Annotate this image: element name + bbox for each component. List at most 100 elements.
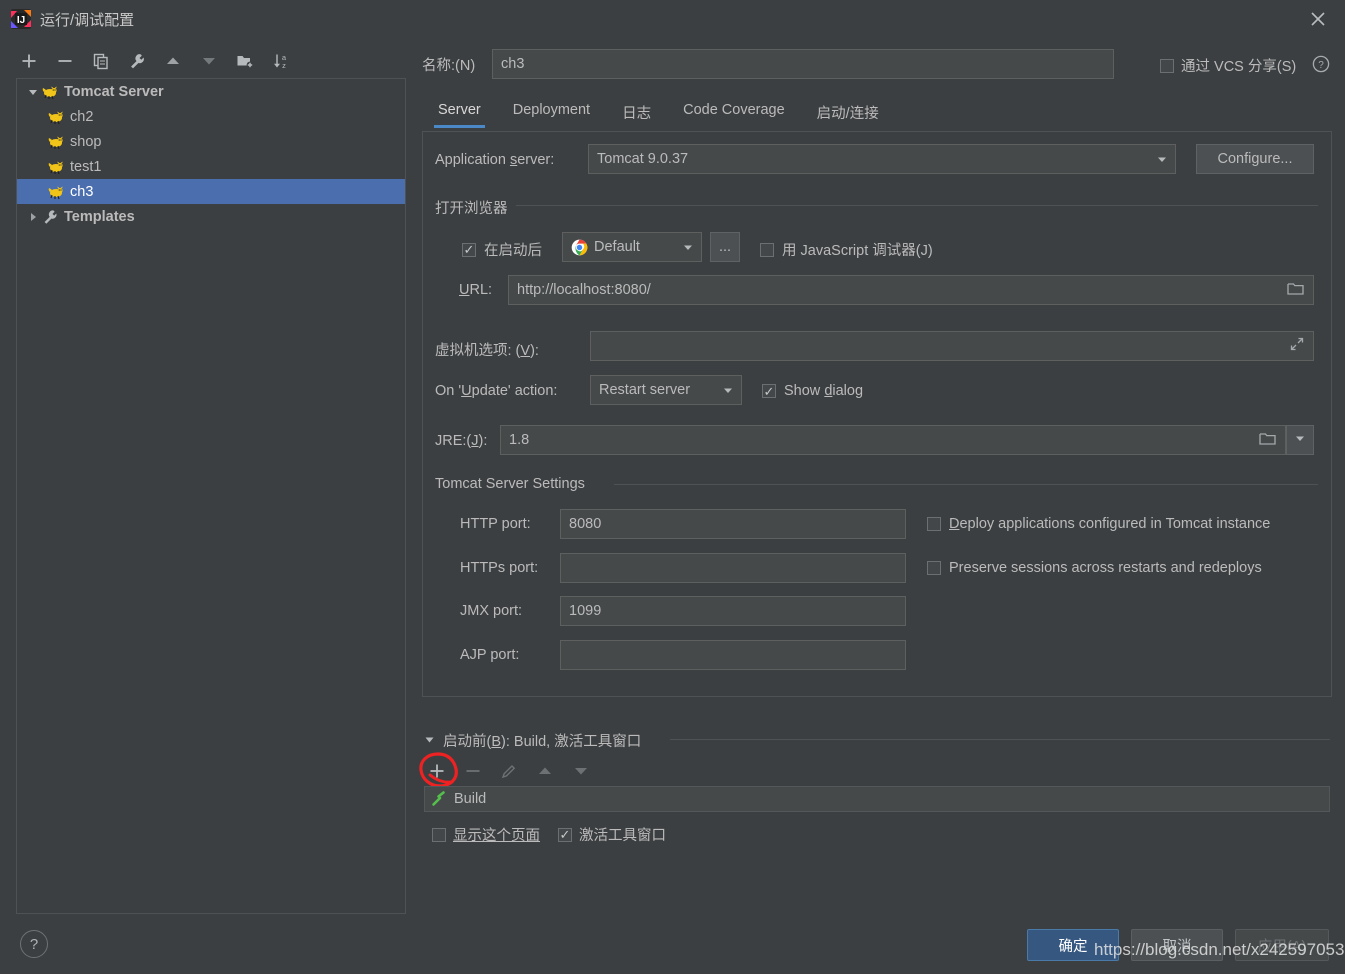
javascript-debugger-checkbox[interactable]: 用 JavaScript 调试器(J) (760, 239, 933, 260)
triangle-down-icon[interactable] (25, 87, 41, 97)
triangle-right-icon[interactable] (25, 212, 41, 222)
tab-server[interactable]: Server (422, 98, 497, 128)
tree-item-label: ch2 (70, 108, 94, 125)
jmx-port-input[interactable]: 1099 (560, 596, 906, 626)
jre-input[interactable]: 1.8 (500, 425, 1286, 455)
share-vcs-label: 通过 VCS 分享(S) (1181, 59, 1297, 75)
tree-item-shop[interactable]: shop (17, 129, 405, 154)
tree-item-ch2[interactable]: ch2 (17, 104, 405, 129)
ajp-port-input[interactable] (560, 640, 906, 670)
share-vcs-checkbox[interactable]: 通过 VCS 分享(S) (1160, 55, 1296, 76)
ellipsis-label: ... (718, 239, 732, 255)
checkbox-box (760, 242, 774, 257)
vm-options-input[interactable] (590, 331, 1314, 361)
on-update-action-label: On 'Update' action: (435, 383, 558, 399)
configurations-toolbar: a z (16, 46, 396, 76)
wrench-icon[interactable] (124, 48, 150, 74)
name-input[interactable] (492, 49, 1114, 79)
tab-bar: Server Deployment 日志 Code Coverage 启动/连接 (422, 98, 1332, 132)
build-hammer-icon (431, 791, 447, 807)
tomcat-icon (47, 184, 65, 200)
open-browser-group-title: 打开浏览器 (435, 197, 516, 218)
plus-icon[interactable] (16, 48, 42, 74)
before-launch-toolbar (424, 758, 594, 784)
configure-button[interactable]: Configure... (1196, 144, 1314, 174)
checkbox-box (558, 827, 572, 842)
jre-dropdown-button[interactable] (1286, 425, 1314, 455)
url-label: URL: (459, 282, 493, 298)
help-button[interactable]: ? (20, 930, 48, 958)
https-port-input[interactable] (560, 553, 906, 583)
browser-value: Default (594, 239, 640, 255)
chevron-down-icon (679, 241, 697, 253)
tab-logs[interactable]: 日志 (606, 98, 667, 133)
http-port-input[interactable]: 8080 (560, 509, 906, 539)
svg-text:z: z (282, 61, 286, 70)
apply-button: 应用(A) (1235, 929, 1329, 961)
tree-item-label: ch3 (70, 183, 94, 200)
group-divider (512, 205, 1318, 206)
application-server-value: Tomcat 9.0.37 (597, 151, 689, 167)
ok-button[interactable]: 确定 (1027, 929, 1119, 961)
close-icon[interactable] (1305, 6, 1331, 32)
folder-icon[interactable] (1287, 281, 1305, 300)
minus-icon[interactable] (52, 48, 78, 74)
url-value: http://localhost:8080/ (517, 282, 651, 298)
url-input[interactable]: http://localhost:8080/ (508, 275, 1314, 305)
on-update-action-value: Restart server (599, 382, 691, 398)
add-task-button[interactable] (424, 758, 450, 784)
https-port-label: HTTPs port: (460, 560, 539, 576)
expand-icon[interactable] (1289, 336, 1305, 356)
tree-item-label: test1 (70, 158, 102, 175)
jmx-port-value: 1099 (569, 603, 602, 619)
tab-deployment[interactable]: Deployment (497, 98, 606, 128)
sort-az-icon[interactable]: a z (268, 48, 294, 74)
deploy-applications-checkbox[interactable]: Deploy applications configured in Tomcat… (927, 516, 1270, 532)
show-dialog-label: Show dialog (784, 383, 864, 399)
show-page-label: 显示这个页面 (453, 828, 540, 844)
move-task-up-button (532, 758, 558, 784)
tree-item-templates[interactable]: Templates (17, 204, 405, 229)
jre-value: 1.8 (509, 432, 530, 448)
tree-item-ch3[interactable]: ch3 (17, 179, 405, 204)
before-launch-header[interactable]: 启动前(B): Build, 激活工具窗口 (424, 730, 641, 751)
http-port-label: HTTP port: (460, 516, 531, 532)
configure-label: Configure... (1217, 151, 1293, 167)
cancel-button[interactable]: 取消 (1131, 929, 1223, 961)
ajp-port-label: AJP port: (460, 647, 520, 663)
after-launch-checkbox[interactable]: 在启动后 (462, 239, 542, 260)
tab-code-coverage[interactable]: Code Coverage (667, 98, 801, 128)
before-launch-task-row[interactable]: Build (424, 786, 1330, 812)
browser-browse-button[interactable]: ... (710, 232, 740, 262)
intellij-idea-logo: IJ (10, 8, 32, 30)
show-page-checkbox[interactable]: 显示这个页面 (432, 824, 540, 845)
tree-item-test1[interactable]: test1 (17, 154, 405, 179)
tomcat-icon (47, 134, 65, 150)
tab-startup-connection[interactable]: 启动/连接 (801, 98, 895, 133)
checkbox-box (432, 827, 446, 842)
question-circle-icon[interactable]: ? (1312, 55, 1330, 73)
group-divider (614, 484, 1318, 485)
checkbox-box (927, 561, 941, 575)
vm-options-label: 虚拟机选项: (V): (435, 343, 539, 359)
activate-toolwindow-checkbox[interactable]: 激活工具窗口 (558, 824, 666, 845)
arrow-down-icon[interactable] (196, 48, 222, 74)
show-dialog-checkbox[interactable]: Show dialog (762, 383, 863, 399)
arrow-up-icon[interactable] (160, 48, 186, 74)
activate-toolwindow-label: 激活工具窗口 (579, 828, 666, 844)
browser-combo[interactable]: Default (562, 232, 702, 262)
tomcat-icon (47, 109, 65, 125)
checkbox-box (1160, 58, 1174, 73)
folder-icon[interactable] (1259, 431, 1277, 450)
preserve-sessions-checkbox[interactable]: Preserve sessions across restarts and re… (927, 560, 1262, 576)
folder-add-icon[interactable] (232, 48, 258, 74)
svg-text:IJ: IJ (17, 15, 25, 26)
triangle-down-icon[interactable] (424, 733, 435, 749)
tree-item-tomcat-server[interactable]: Tomcat Server (17, 79, 405, 104)
copy-icon[interactable] (88, 48, 114, 74)
edit-task-button (496, 758, 522, 784)
on-update-action-combo[interactable]: Restart server (590, 375, 742, 405)
application-server-combo[interactable]: Tomcat 9.0.37 (588, 144, 1176, 174)
tomcat-settings-group-title: Tomcat Server Settings (435, 476, 593, 492)
tree-item-label: Tomcat Server (64, 83, 164, 100)
